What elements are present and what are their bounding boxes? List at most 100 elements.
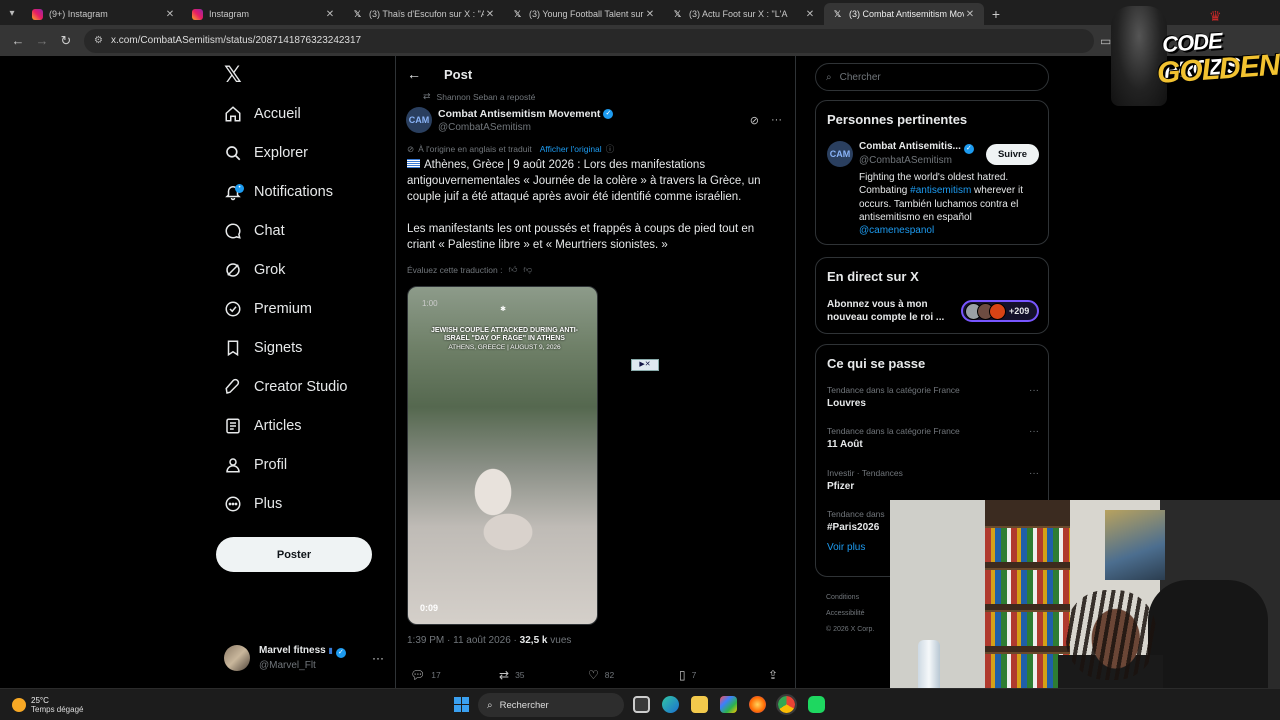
trend-item[interactable]: Investir · Tendances Pfizer ···	[827, 468, 1039, 492]
nav-item-creator-studio[interactable]: Creator Studio	[224, 373, 348, 401]
address-bar[interactable]: ⚙ x.com/CombatASemitism/status/208714187…	[84, 28, 1094, 53]
notification-badge: •	[235, 184, 244, 193]
edge-browser-icon[interactable]	[662, 696, 679, 713]
nav-item-profile[interactable]: Profil	[224, 451, 287, 479]
translation-note-text: À l'origine en anglais et traduit	[418, 144, 532, 154]
more-dots-icon[interactable]: ···	[1029, 468, 1039, 479]
repost-icon: ⇄	[423, 91, 431, 101]
windows-start-icon[interactable]	[454, 697, 469, 712]
avatar[interactable]: CAM	[827, 141, 853, 167]
card-title: Personnes pertinentes	[827, 112, 968, 127]
post-button[interactable]: Poster	[216, 537, 372, 572]
reply-button[interactable]: 💬︎ 17	[410, 668, 441, 682]
nav-item-premium[interactable]: Premium	[224, 295, 312, 323]
ad-choices-icon[interactable]: ▶✕	[631, 359, 659, 371]
tab-search-chevron-icon[interactable]: ▾	[0, 1, 24, 25]
post-author: CAM Combat Antisemitism Movement ✓ @Comb…	[406, 105, 786, 135]
footer-link[interactable]: Conditions	[826, 590, 896, 606]
browser-tab-5[interactable]: 𝕏 (3) Actu Foot sur X : "L'A ✕	[664, 3, 824, 25]
author-name[interactable]: Combat Antisemitism Movement	[438, 108, 600, 120]
thumbs-down-icon[interactable]: 👎︎	[523, 264, 532, 275]
nav-label: Signets	[254, 340, 303, 356]
see-more-link[interactable]: Voir plus	[827, 542, 865, 553]
reload-icon[interactable]: ↻	[54, 29, 78, 53]
sun-icon	[12, 698, 26, 712]
follow-button[interactable]: Suivre	[986, 144, 1039, 165]
weather-widget[interactable]: 25°C Temps dégagé	[12, 693, 83, 717]
live-space[interactable]: Abonnez vous à mon nouveau compte le roi…	[827, 298, 1039, 326]
nav-item-bookmarks[interactable]: Signets	[224, 334, 302, 362]
more-dots-icon[interactable]: ···	[1029, 385, 1039, 396]
bookmark-button[interactable]: ▯ 7	[679, 668, 696, 682]
store-icon[interactable]	[720, 696, 737, 713]
video-duration: 0:09	[420, 603, 439, 613]
forward-arrow-icon[interactable]: →	[30, 29, 54, 53]
chrome-icon[interactable]	[776, 694, 797, 715]
share-button[interactable]: ⇪	[768, 668, 784, 682]
close-tab-icon[interactable]: ✕	[644, 9, 656, 20]
grok-icon[interactable]: ⊘	[750, 114, 759, 127]
avatar	[989, 302, 1006, 320]
more-dots-icon[interactable]: ···	[771, 114, 782, 127]
browser-tab-4[interactable]: 𝕏 (3) Young Football Talent sur X ✕	[504, 3, 664, 25]
tab-title: (3) Young Football Talent sur X	[529, 9, 644, 19]
like-count: 82	[604, 670, 615, 680]
author-handle[interactable]: @CombatASemitism	[438, 122, 613, 133]
post-video[interactable]: 1:00 ✱ JEWISH COUPLE ATTACKED DURING ANT…	[407, 286, 598, 625]
trend-item[interactable]: Tendance dans la catégorie France 11 Aoû…	[827, 426, 1039, 450]
nav-item-home[interactable]: Accueil	[224, 100, 301, 128]
trend-item[interactable]: Tendance dans la catégorie France Louvre…	[827, 385, 1039, 409]
browser-tab-2[interactable]: Instagram ✕	[184, 3, 344, 25]
nav-item-chat[interactable]: Chat	[224, 217, 285, 245]
browser-tab-active[interactable]: 𝕏 (3) Combat Antisemitism Move ✕	[824, 3, 984, 25]
nav-item-grok[interactable]: Grok	[224, 256, 285, 284]
browser-tab-1[interactable]: (9+) Instagram ✕	[24, 3, 184, 25]
views-count: 32,5 k	[519, 635, 548, 646]
post-header: ← Post	[396, 56, 796, 92]
post-top-actions: ⊘ ···	[750, 114, 782, 127]
more-dots-icon[interactable]: ···	[1029, 426, 1039, 437]
more-dots-icon[interactable]: ···	[372, 651, 384, 665]
x-logo-icon[interactable]: 𝕏	[224, 64, 246, 86]
footer-link[interactable]: Accessibilité	[826, 606, 896, 622]
file-explorer-icon[interactable]	[691, 696, 708, 713]
live-listeners-pill[interactable]: +209	[961, 300, 1039, 322]
task-view-icon[interactable]	[633, 696, 650, 713]
nav-item-more[interactable]: Plus	[224, 490, 282, 518]
close-tab-icon[interactable]: ✕	[964, 9, 976, 20]
nav-item-notifications[interactable]: • Notifications	[224, 178, 333, 206]
person-name[interactable]: Combat Antisemitis...	[859, 141, 961, 152]
translation-note: ⊘ À l'origine en anglais et traduit Affi…	[407, 143, 614, 155]
thumbs-up-icon[interactable]: 👍︎	[508, 264, 517, 275]
new-tab-plus-icon[interactable]: +	[984, 3, 1008, 25]
post-time[interactable]: 1:39 PM · 11 août 2026 ·	[407, 635, 520, 646]
firefox-icon[interactable]	[749, 696, 766, 713]
info-icon[interactable]: ⓘ	[606, 143, 615, 155]
footer-copyright: © 2026 X Corp.	[826, 626, 875, 633]
back-arrow-icon[interactable]: ←	[6, 29, 30, 53]
back-arrow-icon[interactable]: ←	[407, 66, 423, 82]
mention-link[interactable]: @camenespanol	[859, 225, 934, 236]
weather-temperature: 25°C	[31, 696, 49, 705]
author-name-row: Combat Antisemitism Movement ✓	[432, 108, 614, 120]
close-tab-icon[interactable]: ✕	[324, 9, 336, 20]
account-switcher[interactable]: Marvel fitness ▮ ✓ @Marvel_Flt ···	[224, 642, 384, 674]
close-tab-icon[interactable]: ✕	[164, 9, 176, 20]
taskbar-search[interactable]: ⌕ Rechercher	[478, 693, 624, 717]
more-circle-icon	[225, 496, 241, 512]
browser-tab-3[interactable]: 𝕏 (3) Thaïs d'Escufon sur X : "Alors ✕	[344, 3, 504, 25]
app-icon[interactable]	[808, 696, 825, 713]
close-tab-icon[interactable]: ✕	[804, 9, 816, 20]
repost-note-text[interactable]: Shannon Seban a reposté	[437, 92, 536, 102]
hashtag-link[interactable]: #antisemitism	[910, 185, 971, 196]
search-input[interactable]: ⌕ Chercher	[815, 63, 1049, 91]
site-info-icon[interactable]: ⚙	[94, 35, 103, 46]
repost-button[interactable]: ⇄ 35	[499, 668, 525, 682]
nav-item-explore[interactable]: Explorer	[224, 139, 308, 167]
like-button[interactable]: ♡ 82	[588, 668, 614, 682]
close-tab-icon[interactable]: ✕	[484, 9, 496, 20]
nav-label: Notifications	[254, 184, 333, 200]
nav-item-articles[interactable]: Articles	[224, 412, 302, 440]
show-original-link[interactable]: Afficher l'original	[540, 144, 602, 154]
avatar[interactable]: CAM	[406, 107, 432, 133]
